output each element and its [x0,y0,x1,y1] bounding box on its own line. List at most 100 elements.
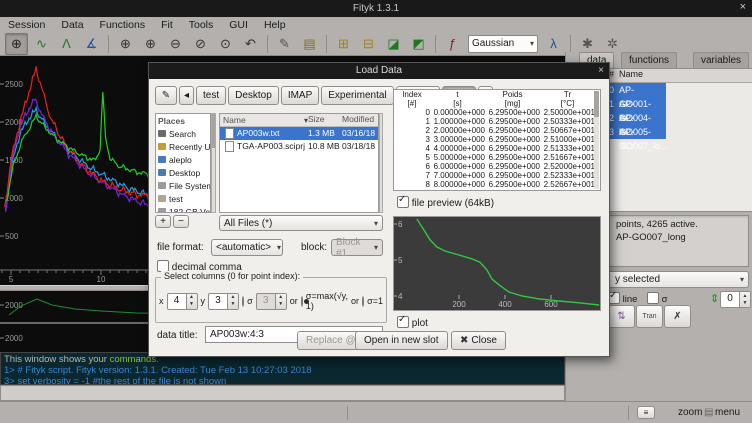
data-info-title: AP-GO007_long [616,231,748,244]
statusbar-zoom-button[interactable]: zoom [678,407,702,418]
file-list[interactable]: Name▾SizeModified AP003w.txt1.3 MB03/16/… [219,113,379,213]
file-size: 10.8 MB [308,140,342,153]
back-button[interactable]: ◂ [179,86,194,105]
add-function-icon[interactable]: ƒ [441,33,464,55]
mode-zoom-icon[interactable]: ⊕ [5,33,28,55]
sigma-column-stepper[interactable]: 3▲▼ [256,293,287,310]
file-row[interactable]: AP003w.txt1.3 MB03/16/18 [220,127,378,140]
file-column-header-size[interactable]: Size [308,114,342,126]
mode-activate-data-icon[interactable]: ∡ [80,33,103,55]
menu-functions[interactable]: Functions [92,19,154,31]
menu-tools[interactable]: Tools [181,19,222,31]
file-column-header-modified[interactable]: Modified [342,114,378,126]
mode-add-peak-icon[interactable]: Λ [55,33,78,55]
preview-cell: 7 [394,171,430,180]
tab-variables[interactable]: variables [693,52,749,68]
data-info-points: points, 4265 active. [616,218,748,231]
file-row[interactable]: TGA-AP003.sciprj10.8 MB03/18/18 [220,140,378,153]
place-label: test [169,194,183,204]
window-titlebar[interactable]: Fityk 1.3.1 × [0,0,752,17]
preview-cell: 2.50667e+001 [540,126,595,135]
crumb-test[interactable]: test [196,86,226,105]
save-plot-icon[interactable]: ◪ [382,33,405,55]
peak-type-select[interactable]: Gaussian▾ [468,35,538,53]
session-log-icon[interactable]: ▤ [298,33,321,55]
window-close-icon[interactable]: × [740,1,746,13]
x-tick-label: 10 [97,275,106,284]
block-dropdown[interactable]: Block #1▾ [331,239,383,256]
place-bookmark-test[interactable]: test [156,192,210,205]
add-bookmark-button[interactable]: + [155,215,171,228]
x-column-stepper[interactable]: 4▲▼ [167,293,198,310]
menubar: SessionDataFunctionsFitToolsGUIHelp [0,17,752,32]
file-preview-table[interactable]: IndextPoidsTr[#][s][mg][°C]00.00000e+000… [393,89,601,191]
close-button[interactable]: ✖ Close [451,331,506,350]
preview-unit: [#] [394,99,430,108]
sigma-column-radio[interactable] [242,296,244,307]
tab-functions[interactable]: functions [621,52,677,68]
crumb-desktop[interactable]: Desktop [228,86,279,105]
zoom-y-icon[interactable]: ⊙ [214,33,237,55]
menu-fit[interactable]: Fit [153,19,181,31]
place-recent[interactable]: Recently U... [156,140,210,153]
desktop-icon [158,169,166,176]
sigma-checkbox[interactable] [647,292,659,304]
zoom-in-icon[interactable]: ⊕ [114,33,137,55]
point-size-stepper[interactable]: 0▲▼ [720,291,751,308]
define-function-icon[interactable]: λ [542,33,565,55]
places-scrollbar[interactable] [211,113,216,213]
zoom-out-icon[interactable]: ⊖ [164,33,187,55]
plot-checkbox[interactable] [397,316,409,328]
zoom-x-out-icon[interactable]: ⊘ [189,33,212,55]
mode-data-range-icon[interactable]: ∿ [30,33,53,55]
edit-path-button[interactable]: ✎ [155,86,177,105]
crumb-imap[interactable]: IMAP [281,86,319,105]
file-preview-checkbox[interactable] [397,196,409,208]
preview-data-row: 00.00000e+0006.29500e+0002.50000e+001 [394,108,600,117]
file-filter-dropdown[interactable]: All Files (*)▾ [219,215,383,231]
select-columns-title: Select columns (0 for point index): [161,271,303,281]
menu-gui[interactable]: GUI [221,19,256,31]
preview-data-row: 33.00000e+0006.29500e+0002.51000e+001 [394,135,600,144]
place-file-system[interactable]: File System [156,179,210,192]
edit-plot-icon[interactable]: ◩ [407,33,430,55]
data-name-header[interactable]: Name [617,69,664,82]
preview-cell: 6.29500e+000 [485,144,540,153]
place-label: Desktop [169,168,200,178]
statusbar-menu-button[interactable]: menu [715,407,740,418]
file-list-scrollbar[interactable] [379,113,383,213]
y-column-stepper[interactable]: 3▲▼ [208,293,239,310]
edit-script-icon[interactable]: ✎ [273,33,296,55]
crumb-experimental[interactable]: Experimental [321,86,393,105]
open-in-new-slot-button[interactable]: Open in new slot [355,331,448,350]
menu-help[interactable]: Help [256,19,294,31]
open-data-2-icon[interactable]: ⊟ [357,33,380,55]
place-volume[interactable]: 182 GB Vol... [156,205,210,213]
zoom-x-in-icon[interactable]: ⊕ [139,33,162,55]
sigma-one-radio[interactable] [362,296,364,307]
file-column-header-name[interactable]: Name▾ [220,114,308,126]
places-title: Places [156,114,210,127]
remove-bookmark-button[interactable]: − [173,215,189,228]
place-home-aleplo[interactable]: aleplo [156,153,210,166]
preview-plot[interactable]: 200400600654 [393,216,601,311]
place-search[interactable]: Search [156,127,210,140]
statusbar-extra-button[interactable]: ≡ [637,406,655,419]
dialog-close-icon[interactable]: × [598,63,604,79]
y-tick-label: 2500 [5,80,23,89]
place-label: Recently U... [169,142,211,152]
zoom-previous-icon[interactable]: ↶ [239,33,262,55]
open-data-icon[interactable]: ⊞ [332,33,355,55]
shift-up-button[interactable]: ⇅ [608,305,635,328]
file-format-dropdown[interactable]: <automatic>▾ [211,239,283,256]
transform-button[interactable]: Tran [636,305,663,328]
delete-button[interactable]: ✗ [664,305,691,328]
place-desktop[interactable]: Desktop [156,166,210,179]
data-row-name: AP-GO005-3l... [617,111,664,125]
dialog-titlebar[interactable]: Load Data × [149,63,609,79]
menu-session[interactable]: Session [0,19,53,31]
command-input[interactable] [0,385,565,401]
menu-data[interactable]: Data [53,19,91,31]
preview-scrollbar[interactable] [594,91,599,189]
sigma-max-radio[interactable] [301,296,303,307]
